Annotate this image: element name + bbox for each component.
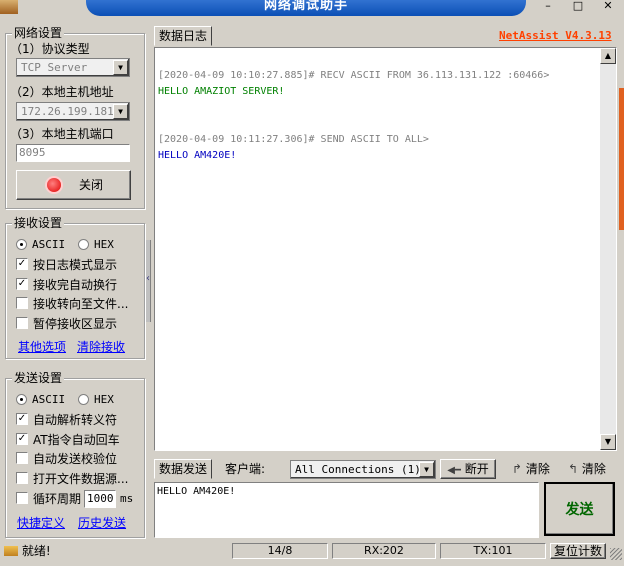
clear-receive-link[interactable]: 清除接收 bbox=[77, 340, 125, 354]
arrow-left-icon: ◀━ bbox=[447, 465, 461, 476]
protocol-value: TCP Server bbox=[21, 61, 88, 74]
client-select[interactable]: All Connections (1) ▼ bbox=[290, 460, 436, 479]
send-input[interactable]: HELLO AM420E! bbox=[154, 482, 539, 538]
protocol-label: （1）协议类型 bbox=[10, 42, 90, 56]
recv-ascii-label: ASCII bbox=[32, 238, 66, 251]
status-ready-label: 就绪! bbox=[21, 544, 51, 558]
clear-send-label: 清除 bbox=[525, 462, 550, 476]
status-count: 14/8 bbox=[232, 543, 328, 559]
recv-to-file-label: 接收转向至文件... bbox=[33, 297, 129, 311]
chevron-left-icon: ‹ bbox=[146, 273, 150, 284]
status-icon bbox=[4, 546, 18, 556]
window-title: 网络调试助手 bbox=[86, 0, 526, 16]
log-pane[interactable]: [2020-04-09 10:10:27.885]# RECV ASCII FR… bbox=[154, 47, 617, 451]
log-line-recv-header: [2020-04-09 10:10:27.885]# RECV ASCII FR… bbox=[158, 70, 550, 81]
shortcut-define-link[interactable]: 快捷定义 bbox=[17, 516, 65, 530]
right-accent-bar bbox=[619, 88, 624, 230]
scroll-up-icon[interactable]: ▲ bbox=[600, 48, 616, 64]
recv-pause-checkbox[interactable] bbox=[16, 317, 28, 329]
send-at-return-label: AT指令自动回车 bbox=[33, 433, 120, 447]
client-value: All Connections (1) bbox=[295, 463, 421, 476]
send-history-link[interactable]: 历史发送 bbox=[78, 516, 126, 530]
send-loop-checkbox[interactable] bbox=[16, 492, 28, 504]
send-hex-label: HEX bbox=[94, 393, 114, 406]
app-icon bbox=[0, 0, 18, 14]
host-label: （2）本地主机地址 bbox=[10, 85, 114, 99]
title-bar: 网络调试助手 – □ ✕ bbox=[0, 0, 624, 16]
clear-history-label: 清除 bbox=[581, 462, 606, 476]
recv-log-mode-checkbox[interactable]: ✓ bbox=[16, 258, 28, 270]
disconnect-label: 断开 bbox=[464, 462, 489, 476]
brand-link[interactable]: NetAssist V4.3.13 bbox=[499, 29, 612, 43]
disconnect-button[interactable]: ◀━ 断开 bbox=[440, 459, 496, 479]
status-rx: RX:202 bbox=[332, 543, 436, 559]
log-line-send-header: [2020-04-09 10:11:27.306]# SEND ASCII TO… bbox=[158, 134, 429, 145]
send-ascii-label: ASCII bbox=[32, 393, 66, 406]
send-ascii-radio[interactable] bbox=[16, 394, 27, 405]
close-button-label: 关闭 bbox=[79, 178, 104, 192]
panel-splitter[interactable]: ‹ bbox=[145, 240, 151, 322]
protocol-select[interactable]: TCP Server ▼ bbox=[16, 58, 130, 77]
recv-settings-title: 接收设置 bbox=[12, 216, 65, 230]
send-checksum-checkbox[interactable] bbox=[16, 452, 28, 464]
recv-log-mode-label: 按日志模式显示 bbox=[33, 258, 118, 272]
minimize-button[interactable]: – bbox=[536, 0, 560, 14]
client-label: 客户端: bbox=[225, 462, 266, 476]
close-connection-button[interactable]: 关闭 bbox=[16, 170, 131, 200]
maximize-button[interactable]: □ bbox=[566, 0, 590, 14]
clear-arrow-icon: ↱ bbox=[512, 462, 523, 476]
send-escape-label: 自动解析转义符 bbox=[33, 413, 118, 427]
status-ready: 就绪! bbox=[4, 543, 51, 559]
net-settings-title: 网络设置 bbox=[12, 26, 65, 40]
recv-auto-newline-checkbox[interactable]: ✓ bbox=[16, 278, 28, 290]
loop-unit-label: ms bbox=[120, 492, 134, 505]
recv-to-file-checkbox[interactable] bbox=[16, 297, 28, 309]
clear-history-button[interactable]: ↰ 清除 bbox=[568, 460, 620, 478]
record-indicator-icon bbox=[47, 178, 61, 192]
send-escape-checkbox[interactable]: ✓ bbox=[16, 413, 28, 425]
chevron-down-icon[interactable]: ▼ bbox=[113, 60, 128, 75]
port-field[interactable]: 8095 bbox=[16, 144, 130, 162]
chevron-down-icon[interactable]: ▼ bbox=[113, 104, 128, 119]
log-scrollbar[interactable]: ▲ ▼ bbox=[600, 48, 616, 450]
loop-period-field[interactable]: 1000 bbox=[84, 490, 116, 508]
reset-count-button[interactable]: 复位计数 bbox=[550, 543, 606, 559]
tab-data-send[interactable]: 数据发送 bbox=[154, 459, 213, 479]
send-at-return-checkbox[interactable]: ✓ bbox=[16, 433, 28, 445]
more-options-link[interactable]: 其他选项 bbox=[18, 340, 66, 354]
send-hex-radio[interactable] bbox=[78, 394, 89, 405]
recv-pause-label: 暂停接收区显示 bbox=[33, 317, 118, 331]
host-select[interactable]: 172.26.199.181 ▼ bbox=[16, 102, 130, 121]
tab-data-log[interactable]: 数据日志 bbox=[154, 26, 213, 46]
clear-send-button[interactable]: ↱ 清除 bbox=[512, 460, 562, 478]
port-label: （3）本地主机端口 bbox=[10, 127, 114, 141]
send-file-source-label: 打开文件数据源... bbox=[33, 472, 129, 486]
send-checksum-label: 自动发送校验位 bbox=[33, 452, 118, 466]
log-line-recv-data: HELLO AMAZIOT SERVER! bbox=[158, 86, 285, 97]
log-line-send-data: HELLO AM420E! bbox=[158, 150, 237, 161]
send-button[interactable]: 发送 bbox=[544, 482, 615, 536]
chevron-down-icon[interactable]: ▼ bbox=[419, 462, 434, 477]
recv-hex-radio[interactable] bbox=[78, 239, 89, 250]
send-loop-label: 循环周期 bbox=[33, 492, 82, 506]
clear-arrow-icon: ↰ bbox=[568, 462, 579, 476]
send-file-source-checkbox[interactable] bbox=[16, 472, 28, 484]
recv-auto-newline-label: 接收完自动换行 bbox=[33, 278, 118, 292]
status-tx: TX:101 bbox=[440, 543, 546, 559]
close-window-button[interactable]: ✕ bbox=[596, 0, 620, 14]
scroll-down-icon[interactable]: ▼ bbox=[600, 434, 616, 450]
host-value: 172.26.199.181 bbox=[21, 105, 114, 118]
send-settings-title: 发送设置 bbox=[12, 371, 65, 385]
resize-grip[interactable] bbox=[610, 548, 622, 560]
recv-ascii-radio[interactable] bbox=[16, 239, 27, 250]
recv-hex-label: HEX bbox=[94, 238, 114, 251]
